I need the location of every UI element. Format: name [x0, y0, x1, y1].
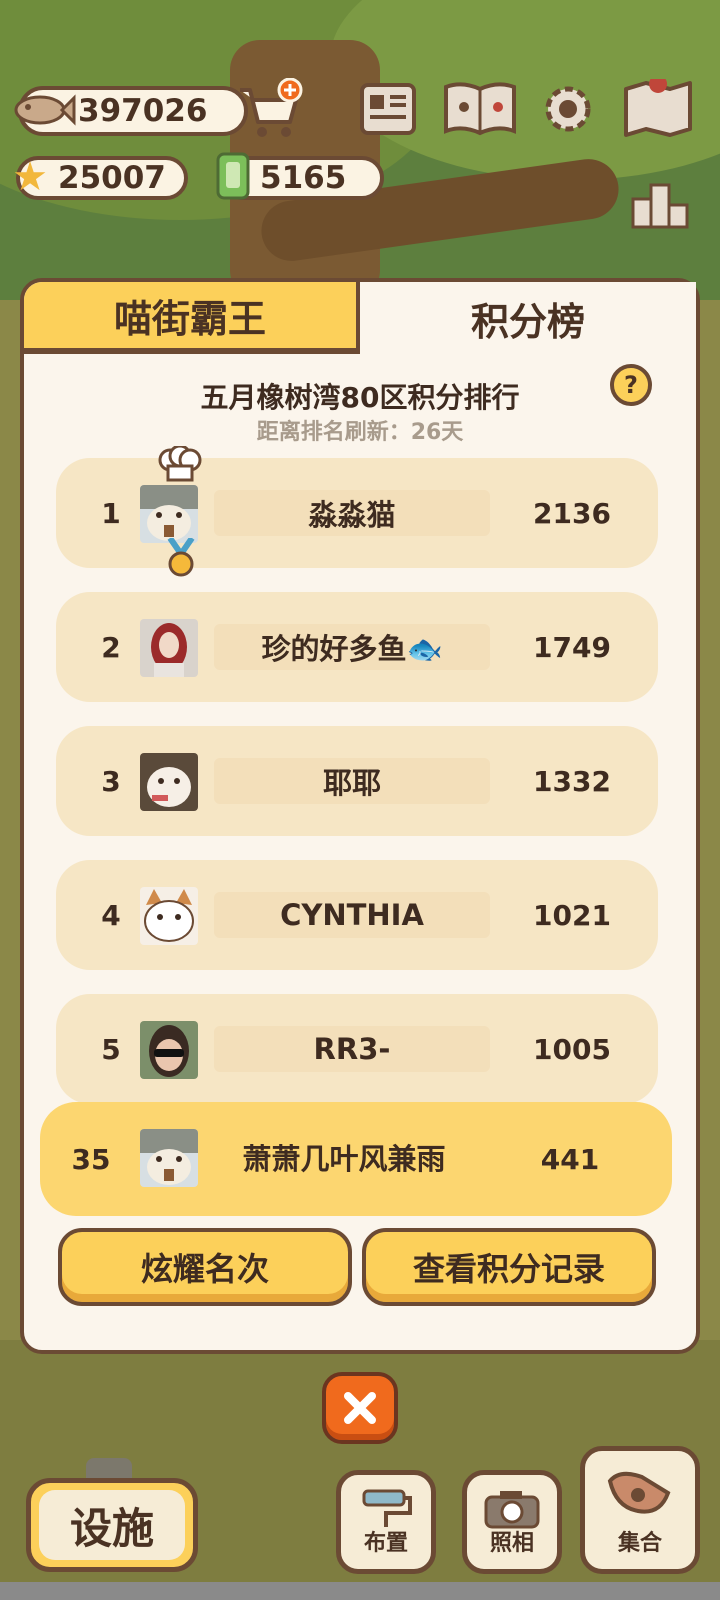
- podium-button[interactable]: [628, 178, 692, 232]
- view-points-log-button[interactable]: 查看积分记录: [362, 1228, 656, 1306]
- player-name: CYNTHIA: [214, 892, 490, 938]
- player-score: 1005: [533, 1032, 611, 1066]
- leaderboard-row[interactable]: 4 CYNTHIA 1021: [56, 860, 658, 970]
- player-name: RR3-: [214, 1026, 490, 1072]
- player-name: 耶耶: [214, 758, 490, 804]
- ticket-icon: [212, 150, 256, 202]
- gather-button[interactable]: 集合: [580, 1446, 700, 1574]
- player-name: 萧萧几叶风兼雨: [242, 1142, 446, 1176]
- close-icon: [344, 1392, 376, 1424]
- rank-number: 3: [101, 764, 121, 798]
- avatar: [140, 485, 198, 543]
- map-icon: [624, 79, 692, 137]
- chef-hat-icon: [158, 444, 202, 482]
- whistle-icon: [585, 1463, 695, 1523]
- leaderboard-row[interactable]: 3 耶耶 1332: [56, 726, 658, 836]
- leaderboard-row[interactable]: 2 珍的好多鱼🐟 1749: [56, 592, 658, 702]
- photo-button[interactable]: 照相: [462, 1470, 562, 1574]
- handbook-button[interactable]: [440, 78, 520, 140]
- rank-number: 4: [101, 898, 121, 932]
- avatar: [140, 887, 198, 945]
- help-button[interactable]: ?: [610, 364, 652, 406]
- avatar: [140, 1129, 198, 1187]
- leaderboard-row[interactable]: 5 RR3- 1005: [56, 994, 658, 1104]
- player-score: 1021: [533, 898, 611, 932]
- leaderboard-title: 五月橡树湾80区积分排行: [200, 381, 520, 414]
- facility-label: 设施: [39, 1490, 185, 1560]
- gear-icon: [545, 86, 591, 132]
- settings-button[interactable]: [536, 78, 600, 140]
- player-score: 2136: [533, 496, 611, 530]
- question-icon: ?: [624, 371, 638, 399]
- close-button[interactable]: [322, 1372, 398, 1444]
- paw-book-icon: [444, 82, 516, 136]
- paint-roller-icon: [341, 1487, 431, 1535]
- newspaper-icon: [360, 83, 416, 135]
- podium-icon: [631, 183, 689, 229]
- my-rank-row[interactable]: 35 萧萧几叶风兼雨 441: [40, 1102, 672, 1216]
- rank-number: 1: [101, 496, 121, 530]
- star-value: 25007: [58, 160, 166, 196]
- tab-points-board[interactable]: 积分榜: [360, 282, 696, 354]
- show-rank-button[interactable]: 炫耀名次: [58, 1228, 352, 1306]
- avatar: [140, 1021, 198, 1079]
- facility-button[interactable]: 设施: [26, 1478, 198, 1572]
- avatar: [140, 753, 198, 811]
- tab-street-king[interactable]: 喵街霸王: [24, 282, 360, 354]
- leaderboard-tabs: 喵街霸王 积分榜: [24, 282, 696, 354]
- refresh-countdown: 距离排名刷新：26天: [256, 420, 464, 445]
- ticket-value: 5165: [260, 160, 347, 196]
- player-score: 1332: [533, 764, 611, 798]
- camera-icon: [467, 1487, 557, 1531]
- map-button[interactable]: [620, 78, 696, 140]
- leaderboard-dialog: 喵街霸王 积分榜 五月橡树湾80区积分排行 距离排名刷新：26天 ? 1 淼淼猫…: [20, 278, 700, 1354]
- fish-icon: [12, 88, 76, 132]
- medal-icon: [162, 536, 200, 578]
- gather-label: 集合: [617, 1531, 662, 1556]
- player-name: 淼淼猫: [214, 490, 490, 536]
- fish-coin-value: 397026: [78, 93, 208, 129]
- rank-number: 35: [71, 1142, 111, 1176]
- avatar: [140, 619, 198, 677]
- player-name: 珍的好多鱼🐟: [214, 624, 490, 670]
- layout-button[interactable]: 布置: [336, 1470, 436, 1574]
- star-icon: ★: [12, 154, 48, 200]
- rank-number: 2: [101, 630, 121, 664]
- player-score: 441: [540, 1142, 600, 1176]
- newspaper-button[interactable]: [356, 78, 420, 140]
- cart-plus-icon[interactable]: [236, 78, 306, 140]
- rank-number: 5: [101, 1032, 121, 1066]
- player-score: 1749: [533, 630, 611, 664]
- leaderboard-row[interactable]: 1 淼淼猫 2136: [56, 444, 658, 577]
